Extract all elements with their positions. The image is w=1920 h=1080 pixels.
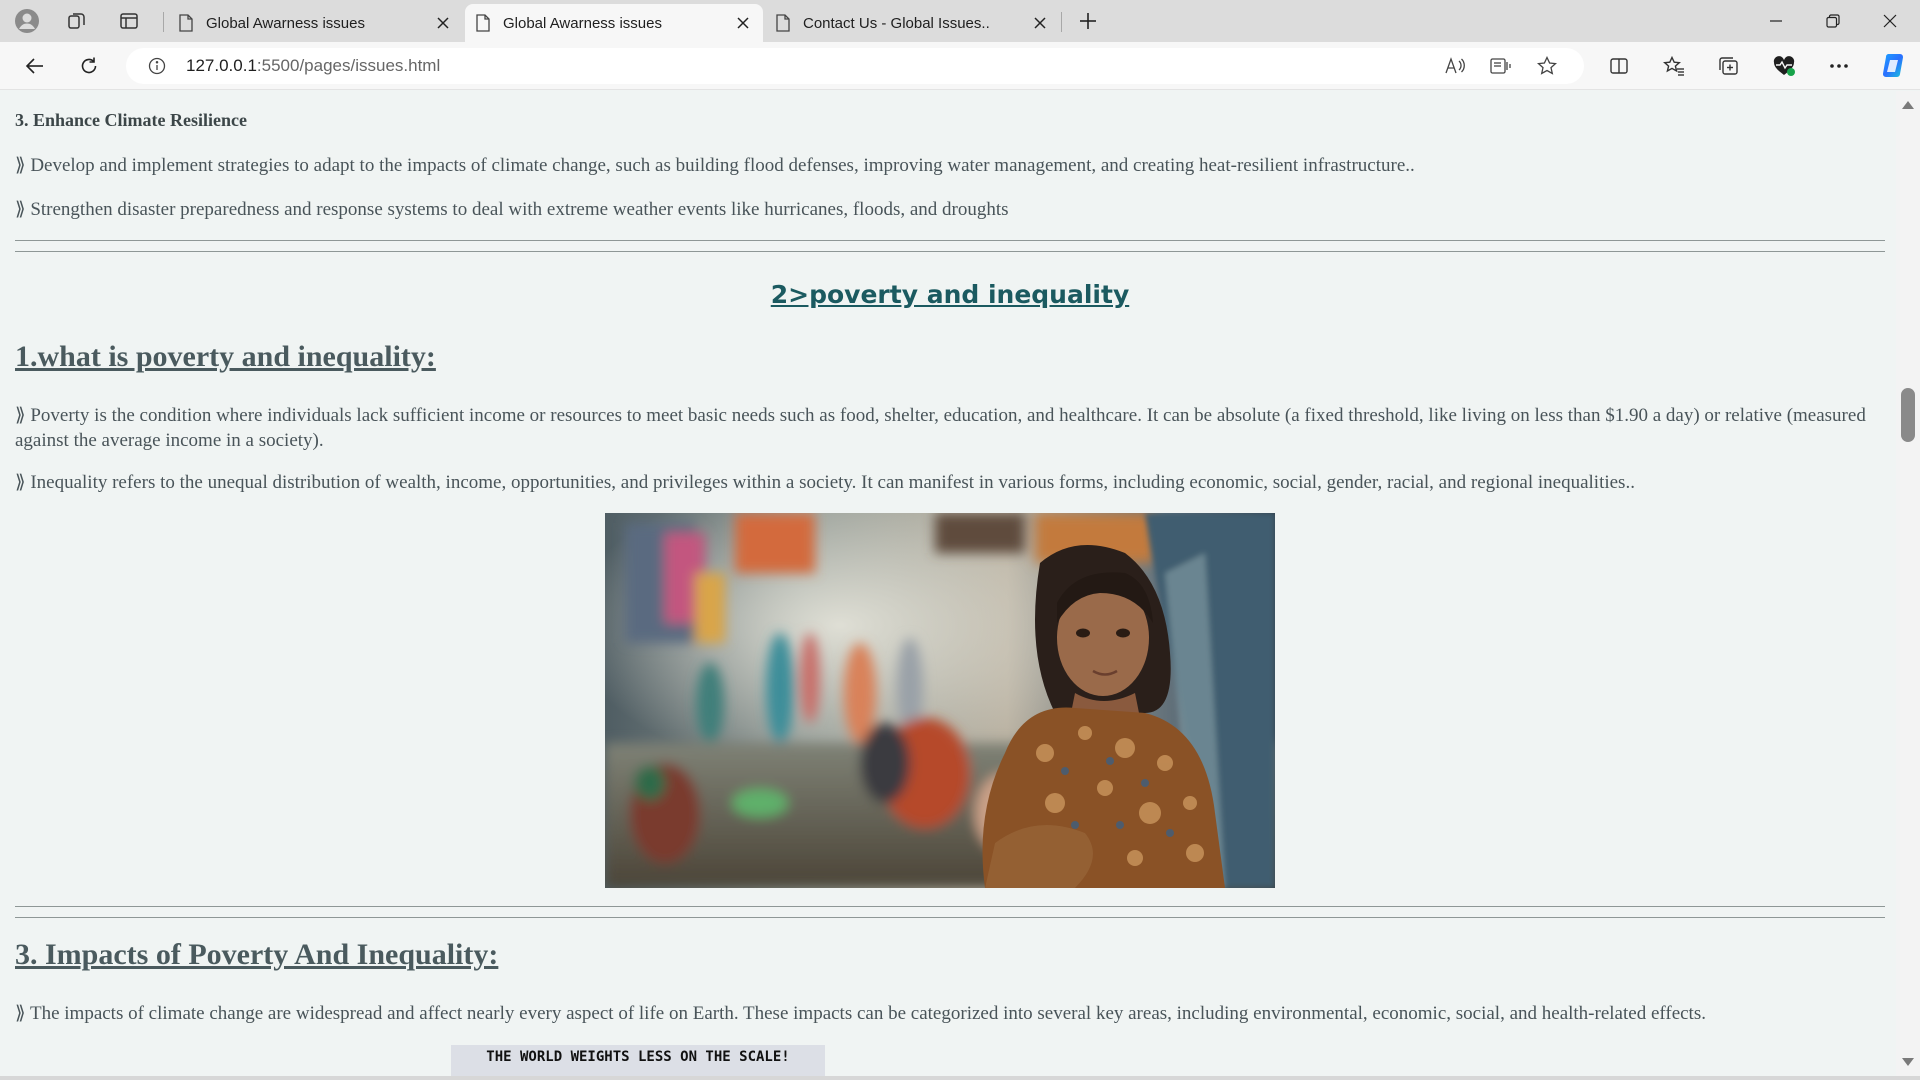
favorites-icon[interactable] — [1656, 50, 1692, 82]
navigation-toolbar: 127.0.0.1:5500/pages/issues.html — [0, 42, 1920, 90]
list-item: ⟫ Strengthen disaster preparedness and r… — [15, 199, 1009, 220]
list-item: ⟫ Poverty is the condition where individ… — [15, 405, 1866, 451]
close-icon[interactable] — [1030, 13, 1050, 33]
scroll-down-arrow-icon[interactable] — [1896, 1052, 1920, 1072]
more-icon[interactable] — [1821, 50, 1857, 82]
list-item: ⟫ Inequality refers to the unequal distr… — [15, 472, 1635, 493]
star-icon[interactable] — [1532, 52, 1562, 80]
split-screen-icon[interactable] — [1601, 50, 1637, 82]
collections-icon[interactable] — [1711, 50, 1747, 82]
page-icon — [476, 14, 490, 32]
divider — [15, 906, 1885, 918]
vertical-scrollbar[interactable] — [1896, 91, 1920, 1076]
scrollbar-thumb[interactable] — [1901, 388, 1915, 442]
page-icon — [179, 14, 193, 32]
tab-title: Global Awarness issues — [503, 14, 662, 32]
reload-icon[interactable] — [71, 49, 107, 83]
workspaces-icon[interactable] — [60, 5, 94, 37]
url-path: :5500/pages/issues.html — [256, 56, 441, 75]
copilot-icon[interactable] — [1875, 50, 1911, 82]
heart-pulse-icon[interactable] — [1766, 50, 1802, 82]
tab-global-awareness-active[interactable]: Global Awarness issues — [465, 4, 763, 42]
profile-icon[interactable] — [10, 5, 44, 37]
tab-title: Global Awarness issues — [206, 14, 365, 32]
immersive-reader-icon[interactable] — [1486, 52, 1516, 80]
page-viewport: 3. Enhance Climate Resilience ⟫ Develop … — [0, 91, 1920, 1076]
tab-divider — [163, 12, 164, 32]
tab-title: Contact Us - Global Issues.. — [803, 14, 990, 32]
issue-title[interactable]: 2>poverty and inequality — [15, 280, 1885, 309]
restore-icon[interactable] — [1805, 0, 1861, 42]
close-icon[interactable] — [433, 13, 453, 33]
close-icon[interactable] — [733, 13, 753, 33]
divider — [15, 240, 1885, 252]
tab-contact-us[interactable]: Contact Us - Global Issues.. — [765, 4, 1060, 42]
minimize-icon[interactable] — [1748, 0, 1804, 42]
impacts-paragraph: ⟫ The impacts of climate change are wide… — [15, 1003, 1706, 1024]
plus-icon[interactable] — [1071, 5, 1105, 37]
url-host: 127.0.0.1 — [186, 56, 257, 75]
poverty-photo — [605, 513, 1275, 888]
window-bottom-edge — [0, 1076, 1920, 1080]
info-icon[interactable] — [142, 52, 172, 80]
tab-actions-icon[interactable] — [112, 5, 146, 37]
back-arrow-icon[interactable] — [17, 49, 53, 83]
what-is-heading: 1.what is poverty and inequality: — [15, 340, 436, 373]
tab-strip: Global Awarness issues Global Awarness i… — [0, 0, 1920, 42]
impacts-heading: 3. Impacts of Poverty And Inequality: — [15, 938, 499, 971]
section-heading: 3. Enhance Climate Resilience — [15, 110, 247, 130]
close-window-icon[interactable] — [1862, 0, 1918, 42]
page-icon — [776, 14, 790, 32]
address-bar[interactable]: 127.0.0.1:5500/pages/issues.html — [126, 48, 1584, 84]
poster-caption: THE WORLD WEIGHTS LESS ON THE SCALE! — [486, 1049, 790, 1065]
tab-divider — [1061, 12, 1062, 32]
read-aloud-icon[interactable] — [1440, 52, 1470, 80]
tab-global-awareness-1[interactable]: Global Awarness issues — [168, 4, 463, 42]
scale-poster-image: THE WORLD WEIGHTS LESS ON THE SCALE! — [451, 1045, 825, 1076]
list-item: ⟫ Develop and implement strategies to ad… — [15, 155, 1415, 176]
scroll-up-arrow-icon[interactable] — [1896, 95, 1920, 115]
url-text: 127.0.0.1:5500/pages/issues.html — [186, 56, 440, 76]
